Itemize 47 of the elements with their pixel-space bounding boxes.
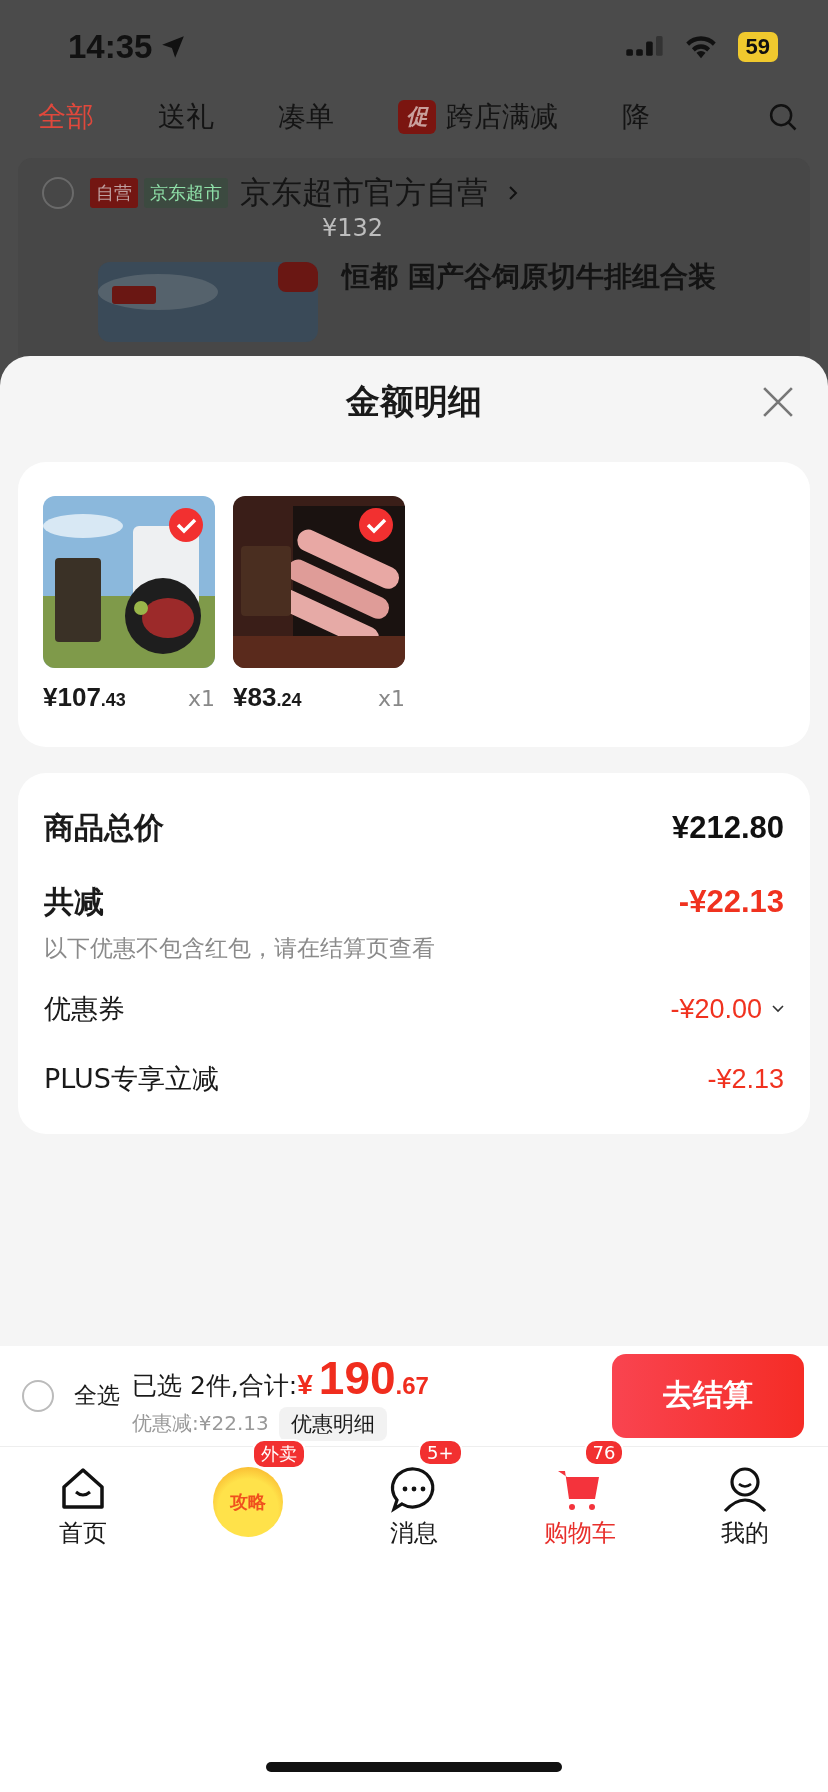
status-time: 14:35	[68, 28, 153, 66]
total-price: ¥190.67	[297, 1350, 429, 1405]
battery-indicator: 59	[737, 32, 778, 62]
summary-label: 共减	[44, 882, 105, 921]
product-quantity: x1	[377, 686, 405, 711]
summary-label: 商品总价	[44, 809, 165, 846]
close-icon[interactable]	[762, 386, 794, 418]
discount-note: 以下优惠不包含红包，请在结算页查看	[44, 934, 436, 963]
promo-tag: 促	[398, 100, 436, 134]
promo-button[interactable]: 攻略	[213, 1466, 284, 1537]
nav-tab[interactable]: 首页	[58, 1516, 107, 1549]
nav-tab[interactable]: 我的	[721, 1516, 770, 1549]
product-quantity: x1	[187, 686, 215, 711]
signal-icon	[625, 36, 664, 58]
summary-amount: -¥20.00	[670, 993, 762, 1025]
checkmark-icon[interactable]	[169, 508, 203, 542]
wifi-icon	[683, 34, 718, 60]
nav-tab[interactable]: 购物车	[543, 1516, 616, 1549]
search-icon[interactable]	[768, 102, 798, 132]
category-tab[interactable]: 送礼	[158, 98, 214, 136]
summary-label: 优惠券	[44, 992, 126, 1026]
category-tab[interactable]: 降	[622, 98, 650, 136]
selected-summary: 已选 2件,合计:	[132, 1369, 298, 1402]
discount-details-button[interactable]: 优惠明细	[278, 1406, 387, 1441]
sheet-title: 金额明细	[346, 380, 482, 423]
store-tag: 京东超市	[144, 178, 228, 208]
location-arrow-icon	[160, 34, 187, 60]
select-all-checkbox[interactable]	[22, 1379, 54, 1412]
category-tab[interactable]: 全部	[38, 98, 94, 136]
checkout-button[interactable]: 去结算	[612, 1353, 804, 1438]
category-tab[interactable]: 跨店满减	[446, 98, 558, 136]
summary-amount: ¥212.80	[671, 810, 784, 846]
nav-badge: 外卖	[252, 1438, 307, 1469]
discount-summary: 优惠减:¥22.13	[132, 1410, 269, 1437]
checkmark-icon[interactable]	[359, 508, 393, 542]
product-price: ¥107.43	[43, 682, 126, 713]
select-all-label[interactable]: 全选	[74, 1380, 120, 1411]
store-tag: 自营	[90, 178, 138, 208]
summary-amount: -¥22.13	[678, 884, 784, 920]
product-price: ¥132	[322, 214, 384, 242]
summary-amount: -¥2.13	[707, 1063, 784, 1095]
summary-label: PLUS专享立减	[44, 1062, 220, 1096]
product-price: ¥83.24	[233, 682, 302, 713]
chevron-down-icon[interactable]	[772, 1005, 784, 1013]
nav-tab[interactable]: 消息	[390, 1516, 438, 1549]
chevron-right-icon	[508, 185, 518, 201]
store-checkbox[interactable]	[42, 177, 74, 209]
